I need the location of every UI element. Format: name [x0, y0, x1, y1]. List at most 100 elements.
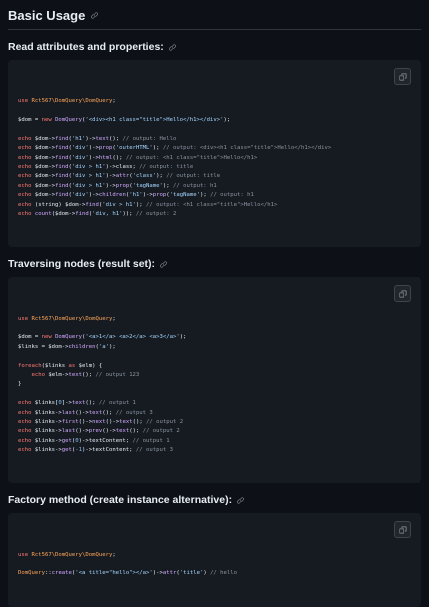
code-token: $dom =	[18, 117, 42, 124]
code-token: 'h1'	[129, 192, 143, 199]
code-token: )->textContent;	[82, 447, 136, 454]
code-token: // output: h1	[210, 192, 254, 199]
code-token: )->	[105, 173, 116, 180]
code-token: 'a'	[98, 343, 109, 350]
code-token: attr	[162, 570, 177, 577]
code-token: as	[68, 362, 79, 369]
code-token: prop	[152, 192, 167, 199]
copy-icon	[399, 526, 406, 534]
code-token: foreach	[18, 362, 42, 369]
code-token: echo	[18, 164, 35, 171]
code-token: $links = $dom->	[18, 343, 69, 350]
code-block: use Rct567\DomQuery\DomQuery; $dom = new…	[8, 277, 421, 484]
code-token: echo	[18, 154, 35, 161]
code-token: )->textContent;	[78, 437, 133, 444]
code-token: ();	[109, 135, 123, 142]
code-token: $links->	[34, 447, 62, 454]
section-heading-read-attributes: Read attributes and properties:	[8, 41, 421, 53]
code-token: new	[41, 334, 56, 341]
code-token: echo	[18, 400, 35, 407]
code-token: echo	[18, 145, 35, 152]
code-line: echo $links->first()->next()->text(); //…	[18, 418, 411, 427]
code-token: $dom =	[18, 334, 42, 341]
code-line: $dom = new DomQuery('<div><h1 class="tit…	[18, 116, 411, 125]
code-token: );	[152, 145, 163, 152]
code-token: DomQuery	[55, 117, 83, 124]
code-token: $links->	[34, 409, 62, 416]
code-token: $dom->	[34, 182, 56, 189]
anchor-link-icon[interactable]	[159, 260, 168, 269]
code-token: ::	[44, 570, 52, 577]
code-token: ;	[112, 551, 116, 558]
code-token: find	[55, 192, 69, 199]
code-token: ();	[112, 154, 126, 161]
code-token: '<div><h1 class="title">Hello</h1></div>…	[85, 117, 224, 124]
anchor-link-icon[interactable]	[236, 496, 245, 505]
copy-button[interactable]	[394, 521, 411, 539]
code-token: echo	[18, 182, 35, 189]
code-token: // output 123	[95, 371, 140, 378]
code-token: // output: <div><h1 class="title">Hello<…	[162, 145, 332, 152]
code-token: $dom->	[34, 192, 56, 199]
code-token: children	[98, 192, 126, 199]
code-token: 'div, h1'	[92, 211, 123, 218]
code-line: echo $dom->find('div > h1')->class; // o…	[18, 163, 411, 172]
code-line: echo $links->last()->prev()->text(); // …	[18, 427, 411, 436]
section-title: Traversing nodes (result set):	[8, 258, 156, 271]
code-token: echo	[31, 371, 49, 378]
code-token: ));	[122, 211, 136, 218]
code-line: }	[18, 380, 411, 389]
code-token: );	[135, 201, 147, 208]
copy-icon	[399, 290, 406, 298]
code-token: prop	[115, 182, 130, 189]
code-token: );	[179, 334, 187, 341]
code-line: $links = $dom->children('a');	[18, 343, 411, 352]
code-token: first	[61, 419, 79, 425]
code-token: )->	[88, 145, 99, 152]
code-token: ();	[82, 371, 96, 378]
code-token: $dom->	[34, 154, 56, 161]
code-token: // output: <h1 class="title">Hello</h1>	[125, 154, 258, 161]
code-token: create	[51, 570, 72, 577]
code-token: // output: 2	[135, 211, 177, 218]
code-token: // output: title	[166, 173, 221, 180]
code-token: )->	[88, 192, 99, 199]
code-token: );	[108, 343, 116, 350]
code-token: echo	[18, 437, 35, 444]
code-token: echo	[18, 409, 35, 416]
code-token: 'div > h1'	[102, 201, 136, 208]
copy-button[interactable]	[394, 285, 411, 303]
section-title: Read attributes and properties:	[8, 41, 164, 53]
anchor-link-icon[interactable]	[168, 43, 177, 52]
code-token: )->	[152, 570, 163, 577]
code-token: ()->	[105, 419, 120, 425]
code-token: find	[85, 201, 99, 208]
code-token: )->	[105, 182, 116, 189]
code-token: // output: Hello	[122, 135, 177, 142]
anchor-link-icon[interactable]	[90, 11, 99, 20]
code-token: echo	[18, 135, 35, 142]
code-token: count	[34, 211, 52, 218]
code-token: get	[61, 447, 72, 454]
copy-button[interactable]	[394, 68, 411, 85]
code-token: ]->	[61, 400, 72, 407]
code-token: $dom->	[34, 164, 56, 171]
code-token: ();	[85, 400, 99, 407]
code-token: // output 3	[115, 409, 153, 416]
code-block: use Rct567\DomQuery\DomQuery; DomQuery::…	[8, 513, 421, 607]
code-token: $links->	[34, 437, 62, 444]
code-token: text	[95, 135, 109, 142]
code-token: );	[156, 173, 167, 180]
code-token: text	[119, 419, 133, 425]
code-line: $dom = new DomQuery('<a>1</a> <a>2</a> <…	[18, 333, 411, 342]
code-line: echo $links[0]->text(); // output 1	[18, 399, 411, 408]
code-lines: use Rct567\DomQuery\DomQuery; $dom = new…	[18, 315, 411, 456]
code-token: echo	[18, 173, 35, 180]
code-line: echo $dom->find('div')->html(); // outpu…	[18, 154, 411, 163]
code-token: ;	[112, 98, 116, 105]
code-token: find	[75, 211, 89, 218]
code-lines: use Rct567\DomQuery\DomQuery; DomQuery::…	[18, 551, 411, 579]
code-token: 'tagName'	[169, 192, 200, 199]
